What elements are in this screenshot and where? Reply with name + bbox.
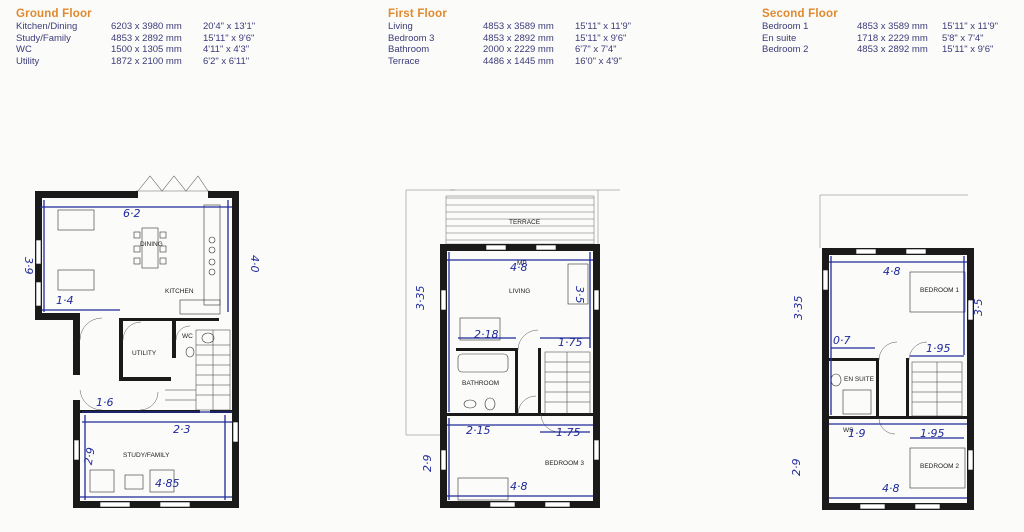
hand-2-3: 2·3 [173, 423, 191, 436]
dining-table-icon [133, 227, 167, 269]
label-terrace: TERRACE [509, 219, 541, 226]
bifold-door-icon [136, 175, 210, 192]
hand-3-5: 3·5 [573, 286, 586, 304]
label-study-family: STUDY/FAMILY [123, 452, 170, 459]
label-dining: DINING [140, 241, 163, 248]
first-floor-windows [440, 244, 600, 508]
hand-4-0: 4·0 [248, 255, 261, 273]
hand-4-8-bottom: 4·8 [510, 480, 528, 493]
hand-4-8-top: 4·8 [510, 261, 528, 274]
ground-floor-plan: DINING KITCHEN WC UTILITY STUDY/FAMILY 6… [22, 175, 261, 508]
hand-3-9: 3·9 [22, 257, 35, 275]
hand-2-18: 2·18 [474, 328, 499, 341]
stairs-icon [544, 351, 591, 415]
label-bathroom: BATHROOM [462, 380, 499, 387]
bed-icon [909, 271, 966, 489]
label-ensuite: EN SUITE [844, 376, 875, 383]
hand-2-15: 2·15 [466, 424, 491, 437]
hand-1-6: 1·6 [96, 396, 114, 409]
stairs-icon [911, 361, 963, 417]
first-floor-walls [440, 244, 600, 508]
label-wc: WC [182, 333, 193, 340]
hand-1-75-b: 1·75 [556, 426, 581, 439]
hand-4-85: 4·85 [155, 477, 180, 490]
bed-icon [457, 477, 509, 501]
second-floor-plan: BEDROOM 1 EN SUITE WS BEDROOM 2 4·8 3·35… [790, 194, 985, 510]
hand-3-5: 3·5 [972, 299, 985, 317]
hand-2-9: 2·9 [421, 455, 434, 473]
label-living: LIVING [509, 288, 530, 295]
hand-1-9: 1·9 [848, 427, 866, 440]
hand-0-7: 0·7 [833, 334, 851, 347]
label-bedroom1: BEDROOM 1 [920, 287, 959, 294]
hand-6-2: 6·2 [123, 207, 141, 220]
hand-3-35: 3·35 [792, 296, 805, 321]
hand-3-35: 3·35 [414, 286, 427, 311]
hand-1-95-a: 1·95 [926, 342, 951, 355]
kitchen-units [179, 204, 221, 315]
label-bedroom3: BEDROOM 3 [545, 460, 584, 467]
first-floor-plan: TERRACE MP LIVING BATHROOM BEDROOM 3 4·8… [405, 189, 620, 508]
hand-4-8-bottom: 4·8 [882, 482, 900, 495]
hand-2-9: 2·9 [790, 459, 803, 477]
hand-1-75-a: 1·75 [558, 336, 583, 349]
terrace-outline [405, 189, 620, 436]
ground-floor-windows [35, 239, 239, 508]
floor-plans-drawing: DINING KITCHEN WC UTILITY STUDY/FAMILY 6… [22, 175, 985, 510]
label-kitchen: KITCHEN [165, 288, 194, 295]
hand-1-4: 1·4 [56, 294, 74, 307]
hand-2-9: 2·9 [82, 446, 98, 465]
hand-1-95-b: 1·95 [920, 427, 945, 440]
label-bedroom2: BEDROOM 2 [920, 463, 959, 470]
label-utility: UTILITY [132, 350, 157, 357]
roof-outline [819, 194, 968, 248]
hand-4-8-top: 4·8 [883, 265, 901, 278]
